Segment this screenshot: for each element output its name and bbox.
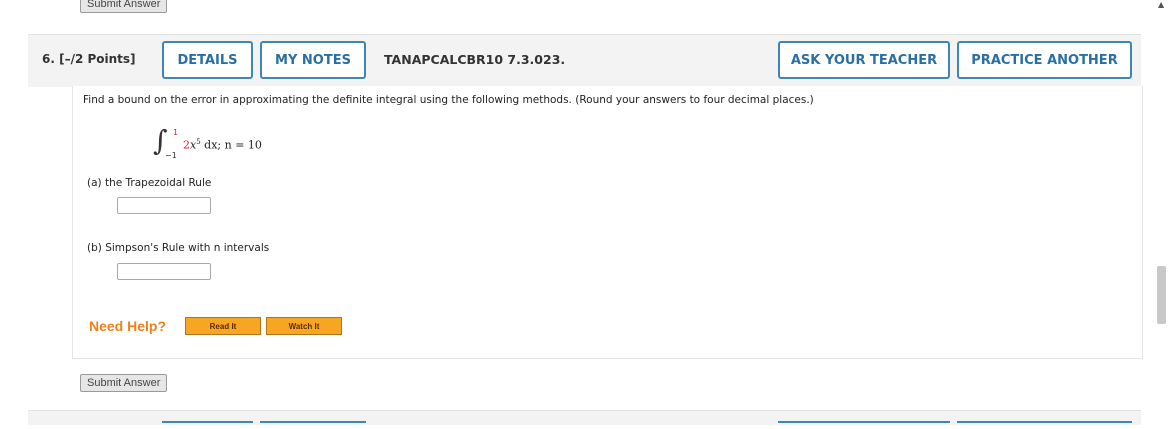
question-instructions: Find a bound on the error in approximati… — [83, 94, 814, 106]
question-number: 6. [–/2 Points] — [42, 52, 136, 66]
integrand: 2x5 dx; n = 10 — [183, 138, 262, 152]
read-it-button[interactable]: Read It — [185, 317, 261, 335]
previous-submit-area: Submit Answer — [80, 0, 168, 13]
integrand-rest: dx; n = 10 — [200, 138, 262, 152]
part-b-label: (b) Simpson's Rule with n intervals — [87, 242, 270, 254]
next-question-button-edge — [957, 421, 1132, 429]
details-button[interactable]: DETAILS — [162, 41, 253, 79]
next-question-button-edge — [260, 421, 366, 429]
previous-submit-button[interactable]: Submit Answer — [80, 0, 168, 13]
scrollbar-thumb[interactable] — [1157, 266, 1166, 324]
next-question-header — [28, 410, 1141, 425]
question-code: TANAPCALCBR10 7.3.023. — [384, 52, 566, 67]
part-a-label: (a) the Trapezoidal Rule — [87, 177, 212, 189]
need-help-label: Need Help? — [89, 318, 167, 334]
watch-it-button[interactable]: Watch It — [266, 317, 342, 335]
ask-your-teacher-button[interactable]: ASK YOUR TEACHER — [778, 41, 950, 79]
vertical-scrollbar[interactable]: ▲ — [1155, 0, 1169, 422]
practice-another-button[interactable]: PRACTICE ANOTHER — [957, 41, 1132, 79]
next-question-button-edge — [162, 421, 253, 429]
question-header: 6. [–/2 Points] DETAILS MY NOTES TANAPCA… — [28, 34, 1141, 87]
submit-answer-button[interactable]: Submit Answer — [80, 374, 168, 392]
next-question-button-edge — [778, 421, 950, 429]
submit-area: Submit Answer — [80, 371, 168, 392]
part-b-answer-input[interactable] — [117, 263, 211, 280]
integral-expression: ∫ 1 −1 2x5 dx; n = 10 — [153, 124, 353, 162]
question-body: Find a bound on the error in approximati… — [72, 86, 1143, 359]
scroll-up-arrow-icon[interactable]: ▲ — [1158, 0, 1164, 10]
integral-lower-limit: −1 — [165, 151, 177, 160]
my-notes-button[interactable]: MY NOTES — [260, 41, 366, 79]
integral-upper-limit: 1 — [173, 128, 179, 137]
integrand-coefficient: 2 — [183, 138, 190, 152]
part-a-answer-input[interactable] — [117, 197, 211, 214]
